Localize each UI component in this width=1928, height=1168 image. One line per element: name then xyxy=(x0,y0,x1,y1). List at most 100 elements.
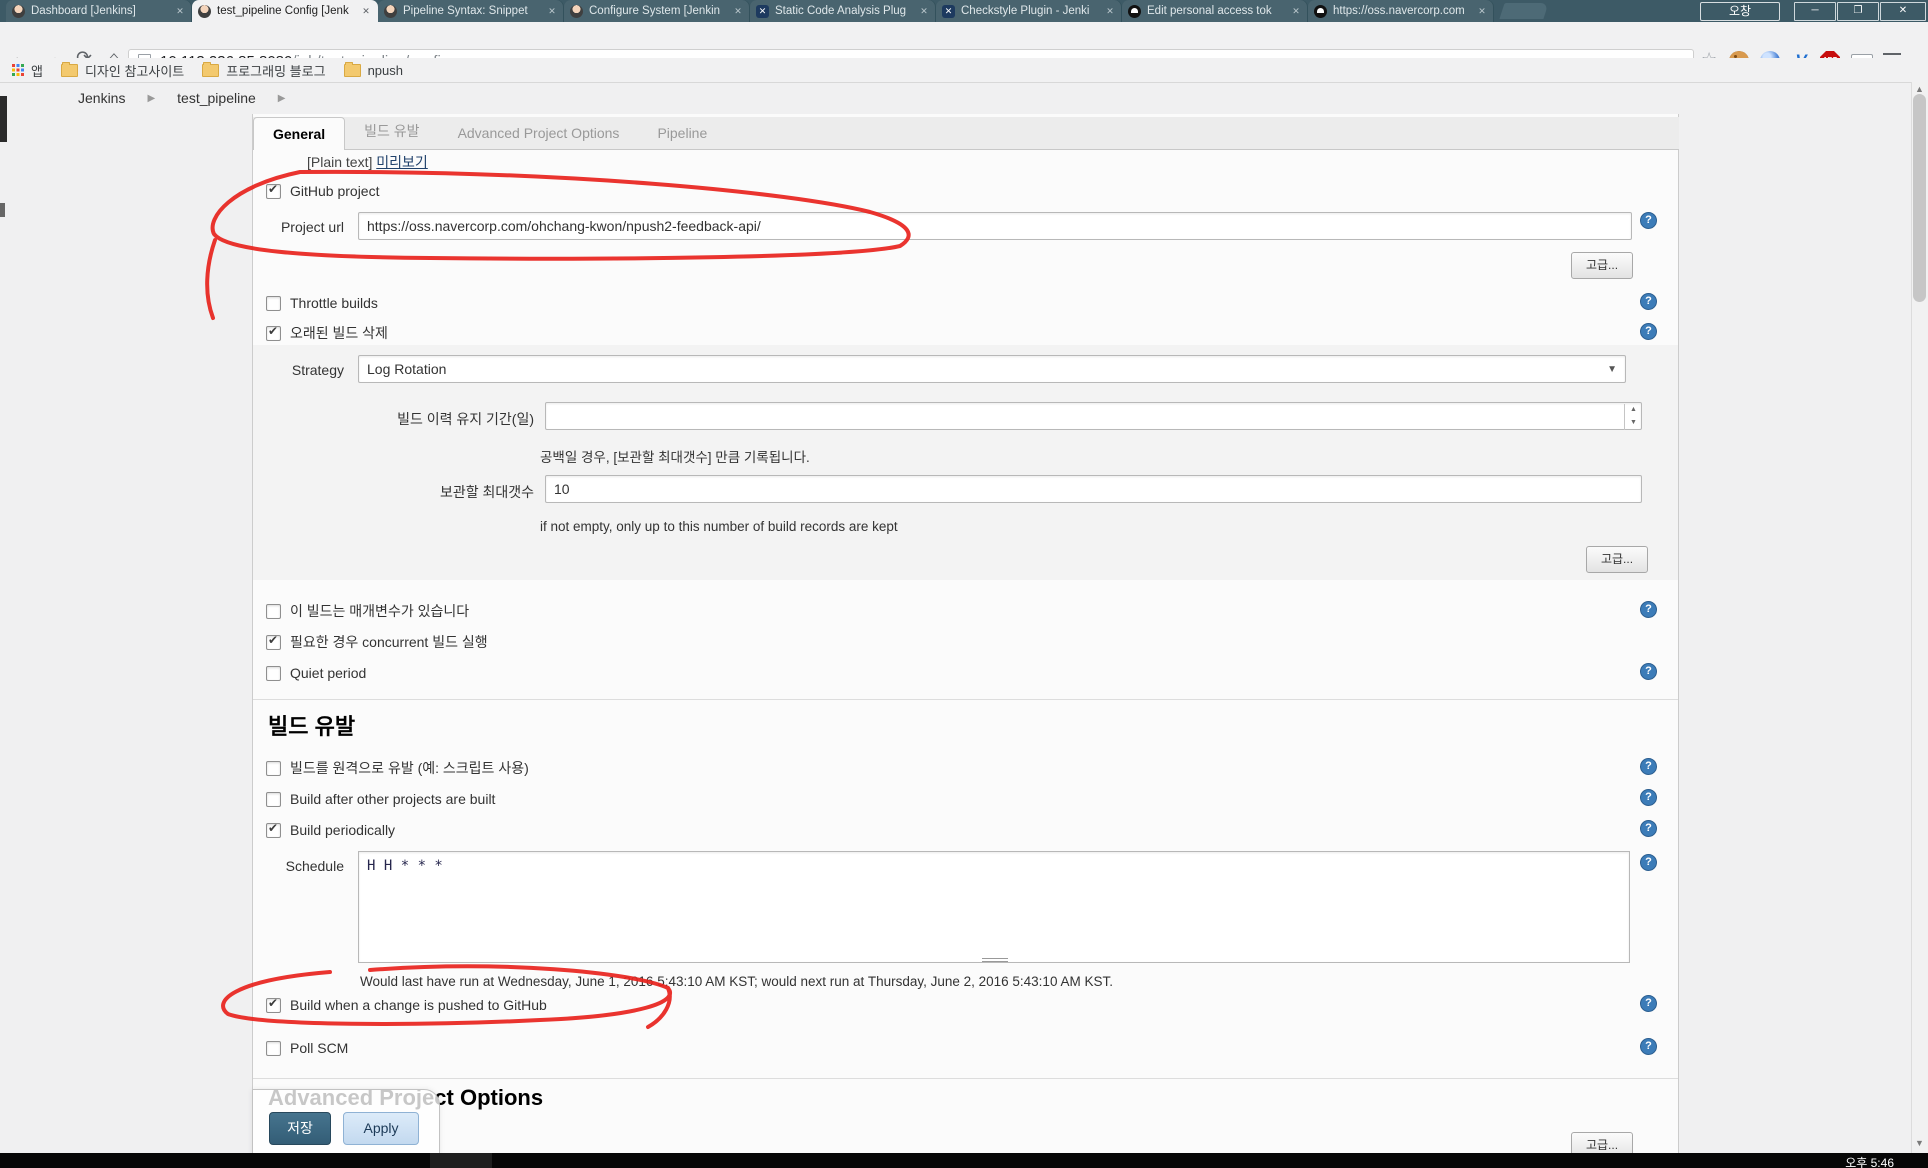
apply-button[interactable]: Apply xyxy=(343,1112,419,1145)
scroll-down-icon[interactable]: ▼ xyxy=(1913,1138,1926,1148)
window-close-button[interactable]: ✕ xyxy=(1880,2,1926,21)
quiet-period-row: Quiet period xyxy=(266,665,366,681)
spinner-up-icon[interactable]: ▲ xyxy=(1625,404,1642,417)
help-icon[interactable] xyxy=(1640,293,1657,310)
tab-close-icon[interactable]: ✕ xyxy=(1290,5,1302,17)
help-icon[interactable] xyxy=(1640,323,1657,340)
strategy-label: Strategy xyxy=(226,362,344,378)
scrollbar-thumb[interactable] xyxy=(1913,94,1926,302)
bookmark-label: npush xyxy=(368,63,403,78)
throttle-builds-checkbox[interactable] xyxy=(266,296,281,311)
bookmark-folder[interactable]: 프로그래밍 블로그 xyxy=(202,61,325,80)
max-to-keep-input[interactable] xyxy=(545,475,1642,503)
jenkins-favicon-icon xyxy=(12,5,25,18)
advanced-button[interactable]: 고급... xyxy=(1571,252,1633,279)
github-favicon-icon xyxy=(1314,5,1327,18)
tab-close-icon[interactable]: ✕ xyxy=(1104,5,1116,17)
textarea-resize-grip[interactable] xyxy=(982,956,1008,963)
concurrent-builds-row: 필요한 경우 concurrent 빌드 실행 xyxy=(266,634,488,650)
browser-tab[interactable]: Edit personal access tok✕ xyxy=(1122,0,1308,22)
tab-title: Configure System [Jenkin xyxy=(589,5,726,17)
parameterized-checkbox[interactable] xyxy=(266,604,281,619)
help-icon[interactable] xyxy=(1640,1038,1657,1055)
folder-icon xyxy=(61,64,78,77)
help-icon[interactable] xyxy=(1640,820,1657,837)
tab-title: Dashboard [Jenkins] xyxy=(31,5,168,17)
apps-shortcut[interactable]: 앱 xyxy=(12,61,43,80)
window-minimize-button[interactable]: ─ xyxy=(1794,2,1836,21)
browser-tab[interactable]: Configure System [Jenkin ✕ xyxy=(564,0,750,22)
preview-link[interactable]: 미리보기 xyxy=(376,154,428,170)
discard-old-builds-checkbox[interactable] xyxy=(266,326,281,341)
browser-tab[interactable]: Dashboard [Jenkins] ✕ xyxy=(6,0,192,22)
advanced-button[interactable]: 고급... xyxy=(1586,546,1648,573)
browser-tab-active[interactable]: test_pipeline Config [Jenk✕ xyxy=(192,0,378,22)
bookmark-folder[interactable]: 디자인 참고사이트 xyxy=(61,61,184,80)
strategy-select[interactable]: Log Rotation▼ xyxy=(358,355,1626,383)
schedule-textarea[interactable]: H H * * * xyxy=(358,851,1630,963)
github-push-checkbox[interactable] xyxy=(266,998,281,1013)
tab-close-icon[interactable]: ✕ xyxy=(1476,5,1488,17)
help-icon[interactable] xyxy=(1640,663,1657,680)
tab-title: Static Code Analysis Plug xyxy=(775,5,912,17)
days-to-keep-label: 빌드 이력 유지 기간(일) xyxy=(334,409,534,429)
help-icon[interactable] xyxy=(1640,601,1657,618)
tab-general[interactable]: General xyxy=(253,117,345,150)
number-spinner[interactable]: ▲▼ xyxy=(1624,404,1642,430)
github-favicon-icon xyxy=(1128,5,1141,18)
tab-close-icon[interactable]: ✕ xyxy=(918,5,930,17)
build-periodically-checkbox[interactable] xyxy=(266,823,281,838)
apps-grid-icon xyxy=(12,64,24,76)
days-to-keep-input[interactable] xyxy=(545,402,1642,430)
profile-button[interactable]: 오창 xyxy=(1700,2,1780,21)
days-to-keep-help-text: 공백일 경우, [보관할 최대갯수] 만큼 기록됩니다. xyxy=(540,446,810,466)
apps-label: 앱 xyxy=(31,61,43,80)
browser-tab[interactable]: Pipeline Syntax: Snippet✕ xyxy=(378,0,564,22)
screen: Dashboard [Jenkins] ✕ test_pipeline Confi… xyxy=(0,0,1928,1168)
project-url-input[interactable] xyxy=(358,212,1632,240)
browser-tab[interactable]: Static Code Analysis Plug ✕ xyxy=(750,0,936,22)
new-tab-button[interactable] xyxy=(1499,3,1548,19)
tab-build-triggers[interactable]: 빌드 유발 xyxy=(345,113,438,149)
scroll-up-icon[interactable]: ▲ xyxy=(1913,84,1926,94)
tab-close-icon[interactable]: ✕ xyxy=(546,5,558,17)
browser-tab[interactable]: https://oss.navercorp.com✕ xyxy=(1308,0,1494,22)
help-icon[interactable] xyxy=(1640,212,1657,229)
tab-advanced-project-options[interactable]: Advanced Project Options xyxy=(439,117,639,149)
config-tab-bar: General 빌드 유발 Advanced Project Options P… xyxy=(253,117,1679,150)
github-push-row: Build when a change is pushed to GitHub xyxy=(266,997,547,1013)
save-panel: 저장 Apply xyxy=(252,1089,440,1157)
save-button[interactable]: 저장 xyxy=(269,1112,331,1145)
help-icon[interactable] xyxy=(1640,758,1657,775)
breadcrumb-job-link[interactable]: test_pipeline xyxy=(177,90,256,106)
poll-scm-row: Poll SCM xyxy=(266,1040,348,1056)
quiet-period-checkbox[interactable] xyxy=(266,666,281,681)
tab-close-icon[interactable]: ✕ xyxy=(174,5,186,17)
taskbar-item xyxy=(430,1153,492,1168)
browser-tab[interactable]: Checkstyle Plugin - Jenki✕ xyxy=(936,0,1122,22)
spinner-down-icon[interactable]: ▼ xyxy=(1625,417,1642,430)
window-restore-button[interactable]: ❐ xyxy=(1837,2,1879,21)
analysis-plugin-favicon-icon xyxy=(942,5,955,18)
schedule-help-text: Would last have run at Wednesday, June 1… xyxy=(360,974,1113,989)
github-project-checkbox[interactable] xyxy=(266,184,281,199)
section-divider xyxy=(253,1078,1678,1079)
trigger-remote-checkbox[interactable] xyxy=(266,761,281,776)
help-icon[interactable] xyxy=(1640,854,1657,871)
breadcrumb-jenkins-link[interactable]: Jenkins xyxy=(78,90,125,106)
schedule-label: Schedule xyxy=(226,858,344,874)
tab-close-icon[interactable]: ✕ xyxy=(732,5,744,17)
throttle-builds-row: Throttle builds xyxy=(266,295,378,311)
concurrent-builds-checkbox[interactable] xyxy=(266,635,281,650)
tab-pipeline[interactable]: Pipeline xyxy=(638,117,726,149)
bookmark-label: 디자인 참고사이트 xyxy=(85,61,184,80)
discard-old-builds-row: 오래된 빌드 삭제 xyxy=(266,325,388,341)
poll-scm-checkbox[interactable] xyxy=(266,1041,281,1056)
help-icon[interactable] xyxy=(1640,995,1657,1012)
analysis-plugin-favicon-icon xyxy=(756,5,769,18)
help-icon[interactable] xyxy=(1640,789,1657,806)
build-after-checkbox[interactable] xyxy=(266,792,281,807)
tab-close-icon[interactable]: ✕ xyxy=(360,5,372,17)
section-divider xyxy=(253,699,1678,700)
bookmark-folder[interactable]: npush xyxy=(344,63,403,78)
